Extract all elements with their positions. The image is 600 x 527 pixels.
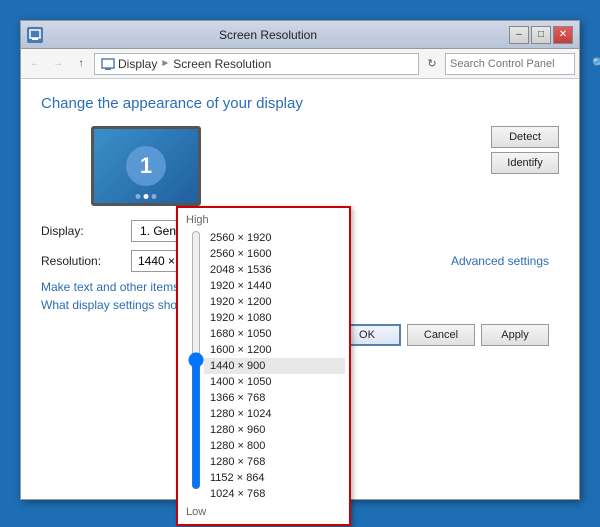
title-bar: Screen Resolution – □ ✕ xyxy=(21,21,579,49)
res-item-13[interactable]: 1280 × 800 xyxy=(204,438,345,454)
advanced-settings-link[interactable]: Advanced settings xyxy=(451,254,549,268)
window-controls: – □ ✕ xyxy=(509,26,573,44)
breadcrumb-screen-resolution: Screen Resolution xyxy=(173,57,271,71)
address-bar: ← → ↑ Display ► Screen Resolution ↻ 🔍 xyxy=(21,49,579,79)
res-item-0[interactable]: 2560 × 1920 xyxy=(204,230,345,246)
dot-1 xyxy=(136,194,141,199)
monitor-area: 1 Detect Identify xyxy=(41,126,559,206)
search-box[interactable]: 🔍 xyxy=(445,53,575,75)
monitor-dots xyxy=(136,194,157,199)
res-item-3[interactable]: 1920 × 1440 xyxy=(204,278,345,294)
display-label: Display: xyxy=(41,224,131,238)
dot-3 xyxy=(152,194,157,199)
apply-button[interactable]: Apply xyxy=(481,324,549,346)
address-box[interactable]: Display ► Screen Resolution xyxy=(94,53,419,75)
resolution-label: Resolution: xyxy=(41,254,131,268)
res-item-2[interactable]: 2048 × 1536 xyxy=(204,262,345,278)
breadcrumb-display-label: Display xyxy=(118,57,157,71)
dot-2 xyxy=(144,194,149,199)
low-label: Low xyxy=(178,502,349,520)
res-item-10[interactable]: 1366 × 768 xyxy=(204,390,345,406)
search-input[interactable] xyxy=(450,58,592,70)
res-item-5[interactable]: 1920 × 1080 xyxy=(204,310,345,326)
breadcrumb-display xyxy=(101,56,118,71)
res-item-14[interactable]: 1280 × 768 xyxy=(204,454,345,470)
resolution-slider[interactable] xyxy=(187,230,205,490)
resolution-items-row: 2560 × 1920 2560 × 1600 2048 × 1536 1920… xyxy=(178,230,349,502)
monitor-number: 1 xyxy=(126,146,166,186)
back-button[interactable]: ← xyxy=(25,54,45,74)
page-title: Change the appearance of your display xyxy=(41,95,559,112)
forward-button[interactable]: → xyxy=(48,54,68,74)
res-item-7[interactable]: 1600 × 1200 xyxy=(204,342,345,358)
monitor-preview: 1 xyxy=(91,126,201,206)
up-button[interactable]: ↑ xyxy=(71,54,91,74)
res-item-1[interactable]: 2560 × 1600 xyxy=(204,246,345,262)
res-item-15[interactable]: 1152 × 864 xyxy=(204,470,345,486)
res-item-4[interactable]: 1920 × 1200 xyxy=(204,294,345,310)
high-label: High xyxy=(178,212,349,230)
refresh-button[interactable]: ↻ xyxy=(422,54,442,74)
res-item-16[interactable]: 1024 × 768 xyxy=(204,486,345,502)
detect-button[interactable]: Detect xyxy=(491,126,559,148)
maximize-button[interactable]: □ xyxy=(531,26,551,44)
res-item-12[interactable]: 1280 × 960 xyxy=(204,422,345,438)
cancel-button[interactable]: Cancel xyxy=(407,324,475,346)
close-button[interactable]: ✕ xyxy=(553,26,573,44)
main-content: Change the appearance of your display 1 … xyxy=(21,79,579,499)
identify-button[interactable]: Identify xyxy=(491,152,559,174)
resolution-dropdown: High 2560 × 1920 2560 × 1600 2048 × 1536… xyxy=(176,206,351,526)
resolution-slider-container xyxy=(188,230,204,502)
resolution-list: 2560 × 1920 2560 × 1600 2048 × 1536 1920… xyxy=(204,230,345,502)
detect-identify-buttons: Detect Identify xyxy=(491,126,559,174)
search-icon[interactable]: 🔍 xyxy=(592,57,600,70)
res-item-6[interactable]: 1680 × 1050 xyxy=(204,326,345,342)
minimize-button[interactable]: – xyxy=(509,26,529,44)
res-item-8[interactable]: 1440 × 900 xyxy=(204,358,345,374)
breadcrumb-arrow-1: ► xyxy=(160,58,170,69)
window-title: Screen Resolution xyxy=(27,28,509,42)
res-item-9[interactable]: 1400 × 1050 xyxy=(204,374,345,390)
main-window: Screen Resolution – □ ✕ ← → ↑ Display ► … xyxy=(20,20,580,500)
res-item-11[interactable]: 1280 × 1024 xyxy=(204,406,345,422)
